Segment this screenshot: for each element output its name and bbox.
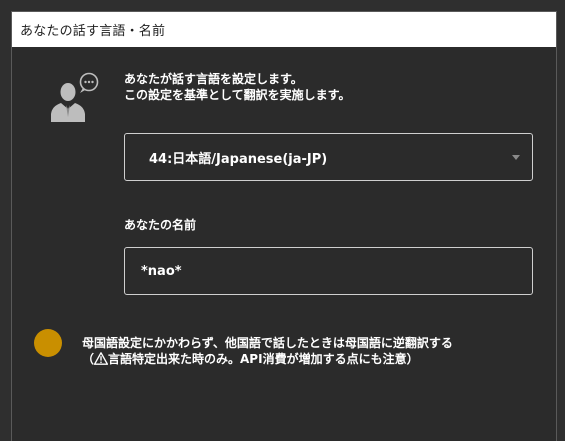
language-description: あなたが話す言語を設定します。 この設定を基準として翻訳を実施します。 <box>124 71 350 103</box>
back-translate-line-1: 母国語設定にかかわらず、他国語で話したときは母国語に逆翻訳する <box>82 336 453 350</box>
caret-down-icon <box>512 155 520 160</box>
language-select-value: 44:日本語/Japanese(ja-JP) <box>149 151 328 167</box>
name-input[interactable] <box>124 247 533 295</box>
paren-open: （ <box>82 352 95 366</box>
speaking-person-icon <box>51 72 99 122</box>
title-bar: あなたの話す言語・名前 <box>12 12 556 47</box>
back-translate-description: 母国語設定にかかわらず、他国語で話したときは母国語に逆翻訳する （ 言語特定出来た… <box>82 335 453 367</box>
back-translate-toggle[interactable] <box>34 329 62 357</box>
name-label: あなたの名前 <box>124 218 197 232</box>
description-line-2: この設定を基準として翻訳を実施します。 <box>124 88 351 102</box>
warning-icon <box>94 352 109 365</box>
language-select[interactable]: 44:日本語/Japanese(ja-JP) <box>124 133 533 181</box>
back-translate-note: 言語特定出来た時のみ。API消費が増加する点にも注意） <box>108 352 419 366</box>
dialog-title: あなたの話す言語・名前 <box>20 24 166 39</box>
description-line-1: あなたが話す言語を設定します。 <box>124 72 303 86</box>
back-translate-line-2: （ 言語特定出来た時のみ。API消費が増加する点にも注意） <box>82 351 453 367</box>
language-name-dialog: あなたの話す言語・名前 あなたが話す言語を設定します。 この設定を基準として翻訳… <box>11 11 557 441</box>
